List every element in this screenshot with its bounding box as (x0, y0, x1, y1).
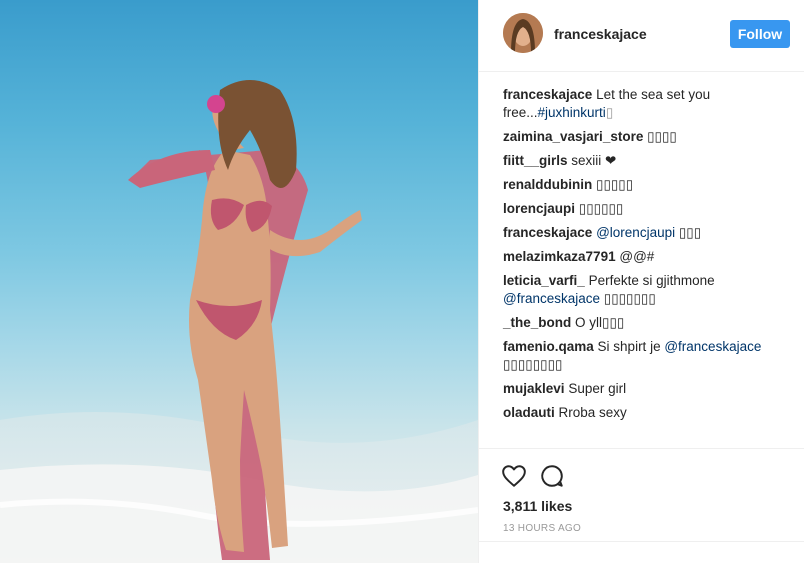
post-header: franceskajace Follow (479, 0, 804, 72)
comment-item: fiitt__girls sexiii ❤ (503, 152, 793, 170)
comment-text: ▯▯▯▯ (647, 129, 677, 144)
heart-icon[interactable] (501, 463, 527, 489)
comment-text: O yll▯▯▯ (575, 315, 625, 330)
comment-item: mujaklevi Super girl (503, 380, 793, 398)
comment-item: franceskajace @lorencjaupi ▯▯▯ (503, 224, 793, 242)
comment-username[interactable]: mujaklevi (503, 381, 565, 396)
caption-username[interactable]: franceskajace (503, 87, 592, 102)
comment-item: _the_bond O yll▯▯▯ (503, 314, 793, 332)
comment-text: Super girl (568, 381, 627, 396)
comment-item: melazimkaza7791 @@# (503, 248, 793, 266)
caption-trail: ▯ (605, 105, 615, 120)
comment-text: @@# (619, 249, 655, 264)
comment-item: lorencjaupi ▯▯▯▯▯▯ (503, 200, 793, 218)
comment-text: ▯▯▯▯▯ (596, 177, 634, 192)
comment-username[interactable]: franceskajace (503, 225, 592, 240)
header-username[interactable]: franceskajace (554, 26, 647, 42)
comment-username[interactable]: renalddubinin (503, 177, 592, 192)
comments-list: franceskajace Let the sea set you free..… (503, 86, 793, 428)
comment-mention[interactable]: @franceskajace (664, 339, 761, 354)
comment-username[interactable]: melazimkaza7791 (503, 249, 616, 264)
comment-pre-text: Perfekte si gjithmone (588, 273, 715, 288)
comment-item: zaimina_vasjari_store ▯▯▯▯ (503, 128, 793, 146)
comment-bubble-icon[interactable] (539, 463, 565, 489)
caption-hashtag[interactable]: #juxhinkurti (538, 105, 606, 120)
comment-username[interactable]: lorencjaupi (503, 201, 575, 216)
avatar[interactable] (503, 13, 543, 53)
caption: franceskajace Let the sea set you free..… (503, 86, 793, 122)
comment-text: ▯▯▯▯▯▯▯ (603, 291, 656, 306)
follow-button[interactable]: Follow (730, 20, 790, 48)
profile-photo-icon (503, 13, 543, 53)
comment-item: famenio.qama Si shpirt je @franceskajace… (503, 338, 793, 374)
comment-username[interactable]: leticia_varfi_ (503, 273, 585, 288)
post-photo[interactable] (0, 0, 478, 563)
comment-text: Rroba sexy (558, 405, 627, 420)
comment-username[interactable]: _the_bond (503, 315, 571, 330)
comment-text: ▯▯▯▯▯▯ (578, 201, 624, 216)
comment-username[interactable]: famenio.qama (503, 339, 594, 354)
post-timestamp: 13 HOURS AGO (503, 523, 582, 534)
comment-item: oladauti Rroba sexy (503, 404, 793, 422)
divider (479, 541, 804, 542)
comment-text: ▯▯▯ (678, 225, 702, 240)
comment-username[interactable]: oladauti (503, 405, 555, 420)
comment-mention[interactable]: @franceskajace (503, 291, 600, 306)
post-frame: franceskajace Follow franceskajace Let t… (0, 0, 804, 563)
comment-text: sexiii ❤ (571, 153, 617, 168)
beach-scene-image (0, 80, 478, 563)
comment-mention[interactable]: @lorencjaupi (596, 225, 675, 240)
comment-item: leticia_varfi_ Perfekte si gjithmone @fr… (503, 272, 793, 308)
comment-username[interactable]: zaimina_vasjari_store (503, 129, 643, 144)
comment-item: renalddubinin ▯▯▯▯▯ (503, 176, 793, 194)
comment-text: ▯▯▯▯▯▯▯▯ (503, 357, 563, 372)
comment-pre-text: Si shpirt je (597, 339, 661, 354)
post-actions: 3,811 likes 13 HOURS AGO (479, 448, 804, 563)
likes-count[interactable]: 3,811 likes (503, 498, 572, 514)
comment-username[interactable]: fiitt__girls (503, 153, 568, 168)
post-side-panel: franceskajace Follow franceskajace Let t… (478, 0, 804, 563)
